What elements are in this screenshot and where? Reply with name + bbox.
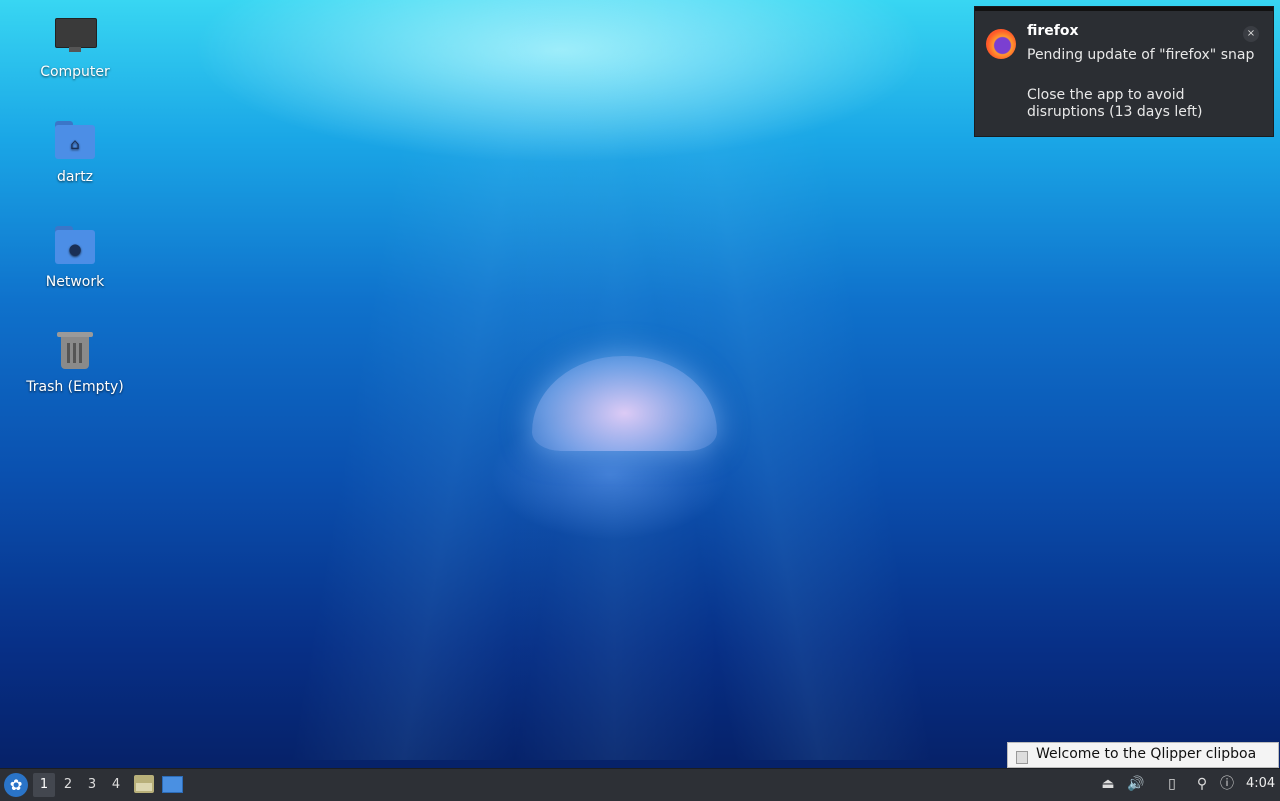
clock[interactable]: 4:04 xyxy=(1246,776,1275,791)
workspace-1[interactable]: 1 xyxy=(33,773,55,797)
notification-top-bar xyxy=(975,7,1273,11)
show-desktop-icon[interactable] xyxy=(162,776,183,793)
workspace-4[interactable]: 4 xyxy=(105,773,127,797)
desktop-icon-label: dartz xyxy=(56,169,94,185)
update-notifier-icon[interactable]: ⓘ xyxy=(1217,774,1237,794)
lubuntu-menu-icon[interactable]: ✿ xyxy=(4,773,28,797)
workspace-3[interactable]: 3 xyxy=(81,773,103,797)
taskbar: ✿ 1 2 3 4 ⏏ 🔊 ▯ ⚲ ⓘ 4:04 xyxy=(0,768,1280,801)
notification-message: Pending update of "firefox" snap xyxy=(1027,47,1255,63)
trash-icon xyxy=(53,329,97,373)
file-manager-icon[interactable] xyxy=(134,775,154,793)
firefox-icon xyxy=(986,29,1016,59)
notification-detail: Close the app to avoid disruptions (13 d… xyxy=(1027,87,1203,120)
eject-icon[interactable]: ⏏ xyxy=(1098,774,1118,794)
qlipper-tooltip: Welcome to the Qlipper clipboa xyxy=(1007,742,1279,768)
clipboard-icon[interactable]: ▯ xyxy=(1162,774,1182,794)
desktop-icon-label: Trash (Empty) xyxy=(26,379,124,395)
network-folder-icon: ● xyxy=(53,224,97,268)
workspace-2[interactable]: 2 xyxy=(57,773,79,797)
clipboard-icon xyxy=(1016,751,1028,764)
volume-icon[interactable]: 🔊 xyxy=(1126,774,1146,794)
notification-title: firefox xyxy=(1027,23,1079,39)
close-icon[interactable]: × xyxy=(1243,26,1259,42)
wallpaper-jellyfish xyxy=(470,350,740,540)
desktop-icon-label: Network xyxy=(45,274,105,290)
notification-popup[interactable]: firefox Pending update of "firefox" snap… xyxy=(974,6,1274,137)
desktop-icon-home[interactable]: ⌂ dartz xyxy=(15,119,135,185)
home-folder-icon: ⌂ xyxy=(53,119,97,163)
network-icon[interactable]: ⚲ xyxy=(1192,774,1212,794)
desktop-icon-trash[interactable]: Trash (Empty) xyxy=(15,329,135,395)
computer-icon xyxy=(53,14,97,58)
desktop-icon-network[interactable]: ● Network xyxy=(15,224,135,290)
desktop-icon-computer[interactable]: Computer xyxy=(15,14,135,80)
tooltip-text: Welcome to the Qlipper clipboa xyxy=(1036,746,1257,762)
desktop-icon-label: Computer xyxy=(40,64,110,80)
